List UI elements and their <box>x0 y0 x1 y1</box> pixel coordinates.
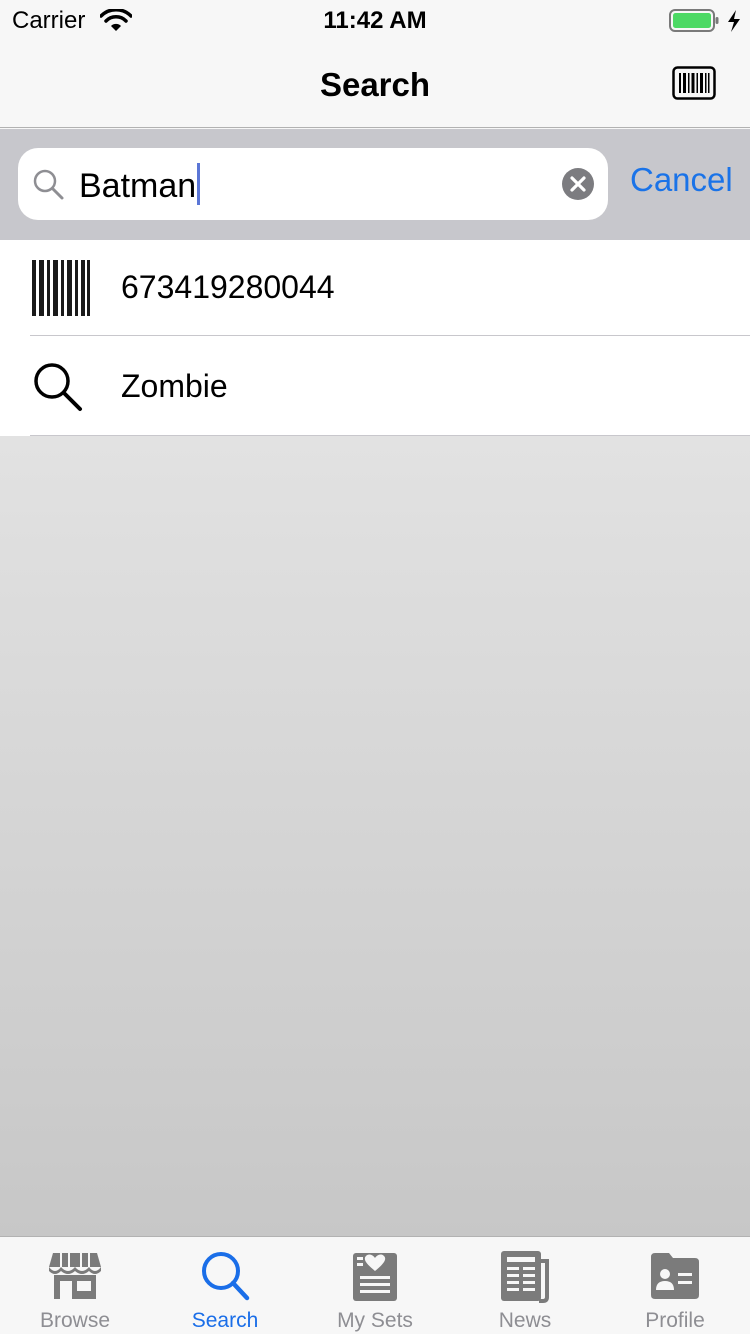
page-title: Search <box>319 66 431 103</box>
tab-browse[interactable]: Browse <box>0 1237 150 1334</box>
list-item[interactable]: 673419280044 <box>0 240 750 336</box>
list-item-label: 673419280044 <box>121 269 335 305</box>
list-item-label: Zombie <box>121 368 228 404</box>
clock-time: 11:42 AM <box>323 7 427 34</box>
profile-card-icon <box>651 1253 699 1299</box>
clear-text-icon[interactable] <box>561 167 595 201</box>
text-cursor <box>197 163 201 205</box>
navigation-bar: Search <box>0 40 750 128</box>
tab-profile[interactable]: Profile <box>600 1237 750 1334</box>
tab-search[interactable]: Search <box>150 1237 300 1334</box>
search-icon <box>202 1252 250 1301</box>
newspaper-icon <box>501 1251 549 1303</box>
dimmed-overlay[interactable] <box>0 436 750 1236</box>
heart-list-icon <box>353 1253 397 1301</box>
tab-my-sets[interactable]: My Sets <box>300 1237 450 1334</box>
search-suggestions-list: 673419280044 Zombie <box>0 240 750 436</box>
search-icon <box>33 169 64 200</box>
list-item[interactable]: Zombie <box>0 336 750 436</box>
storefront-icon <box>49 1253 101 1299</box>
barcode-scan-icon[interactable] <box>672 66 716 100</box>
tab-label: Search <box>191 1309 259 1332</box>
battery-icon <box>669 9 719 32</box>
search-input-value[interactable]: Batman <box>79 163 201 206</box>
tab-label: Profile <box>645 1309 705 1332</box>
tab-label: My Sets <box>337 1309 413 1332</box>
tab-label: Browse <box>39 1309 111 1332</box>
barcode-icon <box>32 260 90 316</box>
tab-label: News <box>498 1309 552 1332</box>
cancel-button[interactable]: Cancel <box>630 161 733 199</box>
status-bar: Carrier 11:42 AM <box>0 0 750 40</box>
tab-bar: Browse Search My Sets News Profile <box>0 1236 750 1334</box>
charging-bolt-icon <box>728 10 740 32</box>
tab-news[interactable]: News <box>450 1237 600 1334</box>
search-input[interactable]: Batman <box>18 148 608 220</box>
search-icon <box>34 363 82 411</box>
